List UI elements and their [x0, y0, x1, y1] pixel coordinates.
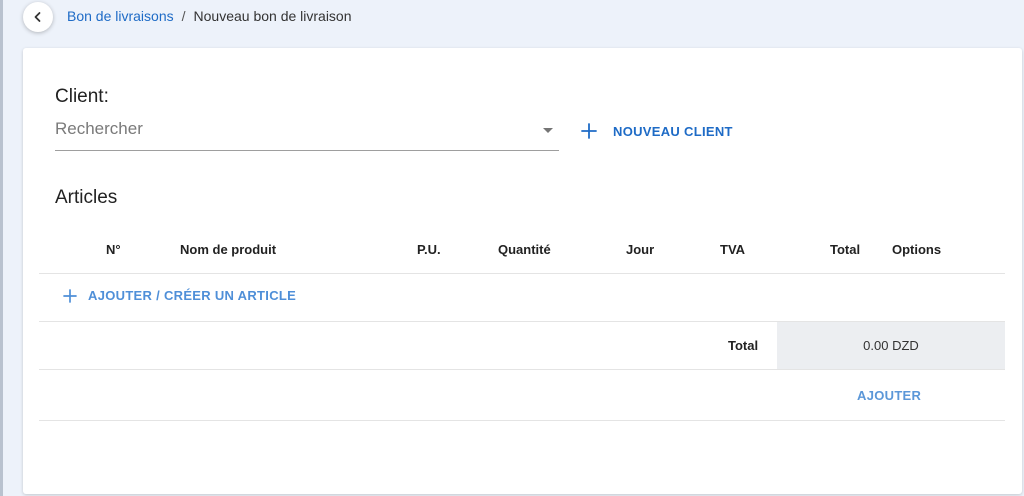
chevron-left-icon [34, 12, 41, 22]
column-header-total: Total [830, 242, 861, 257]
plus-icon [63, 288, 77, 303]
back-button[interactable] [23, 2, 53, 32]
client-search-select[interactable]: Rechercher [55, 114, 559, 151]
column-header-number: N° [106, 242, 121, 257]
add-article-button[interactable]: AJOUTER / CRÉER UN ARTICLE [63, 288, 296, 303]
column-header-options: Options [892, 242, 942, 257]
breadcrumb-link-bon-de-livraisons[interactable]: Bon de livraisons [67, 8, 174, 24]
column-header-day: Jour [626, 242, 655, 257]
column-header-quantity: Quantité [498, 242, 551, 257]
add-article-row: AJOUTER / CRÉER UN ARTICLE [39, 274, 1005, 322]
articles-title: Articles [55, 187, 118, 208]
form-card: Client: Rechercher NOUVEAU CLIENT Articl… [23, 48, 1022, 494]
new-client-button[interactable]: NOUVEAU CLIENT [581, 118, 733, 144]
articles-table-header: N° Nom de produit P.U. Quantité Jour TVA… [39, 228, 1005, 274]
breadcrumb-separator: / [181, 8, 186, 24]
submit-add-button[interactable]: AJOUTER [857, 388, 921, 403]
client-search-placeholder: Rechercher [55, 119, 143, 138]
action-row: AJOUTER [39, 370, 1005, 421]
plus-icon [581, 123, 597, 139]
total-label: Total [728, 338, 759, 353]
window-edge [0, 0, 3, 496]
total-row: Total 0.00 DZD [39, 322, 1005, 370]
total-value-cell: 0.00 DZD [777, 322, 1005, 369]
breadcrumb: Bon de livraisons / Nouveau bon de livra… [67, 8, 352, 24]
column-header-tva: TVA [720, 242, 746, 257]
column-header-product-name: Nom de produit [180, 242, 277, 257]
client-label: Client: [55, 86, 109, 107]
column-header-unit-price: P.U. [417, 242, 441, 257]
new-client-label: NOUVEAU CLIENT [613, 123, 733, 139]
add-article-label: AJOUTER / CRÉER UN ARTICLE [88, 288, 297, 303]
caret-down-icon [543, 128, 553, 133]
total-value: 0.00 DZD [863, 338, 919, 353]
breadcrumb-current: Nouveau bon de livraison [193, 8, 352, 24]
